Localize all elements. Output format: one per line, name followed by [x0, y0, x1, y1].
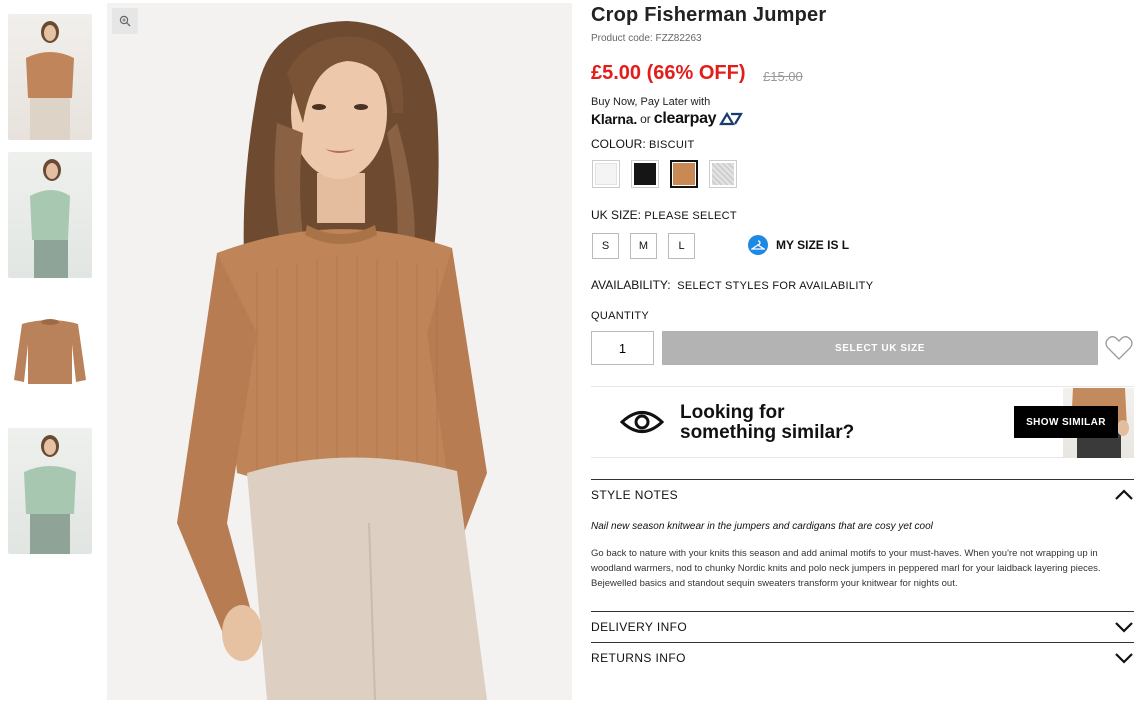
- delivery-accordion: DELIVERY INFO: [591, 611, 1134, 642]
- size-button-m[interactable]: M: [630, 233, 657, 259]
- size-button-l[interactable]: L: [668, 233, 695, 259]
- thumbnail-side-sage[interactable]: [8, 152, 92, 278]
- bnpl-logos: Klarna. or clearpay: [591, 110, 744, 128]
- availability-row: AVAILABILITY: SELECT STYLES FOR AVAILABI…: [591, 278, 873, 292]
- style-notes-header[interactable]: STYLE NOTES: [591, 480, 1134, 510]
- similar-heading-line1: Looking for: [680, 402, 785, 423]
- colour-swatches: [592, 160, 737, 188]
- style-notes-body: Go back to nature with your knits this s…: [591, 548, 1101, 589]
- thumbnail-strip: [8, 14, 92, 566]
- wishlist-button[interactable]: [1104, 333, 1134, 363]
- swatch-white[interactable]: [592, 160, 620, 188]
- similar-heading: Looking for something similar?: [680, 403, 880, 443]
- returns-header[interactable]: RETURNS INFO: [591, 643, 1134, 673]
- select-size-button[interactable]: SELECT UK SIZE: [662, 331, 1098, 365]
- returns-accordion: RETURNS INFO: [591, 642, 1134, 673]
- chevron-down-icon: [1115, 653, 1133, 664]
- eye-icon: [620, 411, 664, 433]
- thumbnail-flat-lay[interactable]: [8, 290, 92, 416]
- swatch-biscuit[interactable]: [670, 160, 698, 188]
- style-notes-subtitle: Nail new season knitwear in the jumpers …: [591, 521, 933, 532]
- size-label: UK SIZE:: [591, 208, 642, 222]
- availability-value: SELECT STYLES FOR AVAILABILITY: [677, 280, 874, 292]
- product-title: Crop Fisherman Jumper: [591, 4, 827, 26]
- clearpay-arrow-icon: [719, 112, 744, 126]
- style-notes-title: STYLE NOTES: [591, 488, 679, 502]
- thumbnail-front-sage[interactable]: [8, 428, 92, 554]
- size-value: PLEASE SELECT: [644, 210, 737, 222]
- my-size-text: MY SIZE IS L: [776, 238, 850, 252]
- similar-heading-line2: something similar?: [680, 422, 855, 443]
- size-label-row: UK SIZE: PLEASE SELECT: [591, 208, 737, 222]
- shop-similar-banner: Looking for something similar? SHOW SIMI…: [591, 386, 1134, 458]
- bnpl-or: or: [640, 112, 651, 126]
- chevron-down-icon: [1115, 622, 1133, 633]
- size-options: S M L: [592, 233, 695, 259]
- original-price: £15.00: [763, 69, 803, 84]
- style-notes-accordion: STYLE NOTES: [591, 479, 1134, 510]
- heart-icon: [1105, 336, 1133, 360]
- delivery-title: DELIVERY INFO: [591, 620, 688, 634]
- delivery-header[interactable]: DELIVERY INFO: [591, 612, 1134, 642]
- bnpl-text: Buy Now, Pay Later with: [591, 96, 711, 108]
- quantity-label: QUANTITY: [591, 310, 650, 322]
- colour-label-row: COLOUR: BISCUIT: [591, 137, 695, 151]
- availability-label: AVAILABILITY:: [591, 278, 671, 292]
- zoom-icon: [119, 15, 131, 27]
- show-similar-button[interactable]: SHOW SIMILAR: [1014, 406, 1118, 438]
- swatch-black[interactable]: [631, 160, 659, 188]
- quantity-input[interactable]: [591, 331, 654, 365]
- colour-value: BISCUIT: [649, 139, 695, 151]
- product-code: Product code: FZZ82263: [591, 33, 702, 44]
- hanger-icon: [748, 235, 768, 255]
- main-product-image[interactable]: [107, 3, 572, 700]
- size-button-s[interactable]: S: [592, 233, 619, 259]
- my-size-link[interactable]: MY SIZE IS L: [748, 235, 849, 255]
- zoom-button[interactable]: [112, 8, 138, 34]
- chevron-up-icon: [1115, 489, 1133, 500]
- klarna-logo[interactable]: Klarna.: [591, 111, 637, 127]
- returns-title: RETURNS INFO: [591, 651, 686, 665]
- sale-price: £5.00 (66% OFF): [591, 62, 746, 84]
- colour-label: COLOUR:: [591, 137, 646, 151]
- clearpay-logo[interactable]: clearpay: [654, 110, 717, 128]
- swatch-grey-marl[interactable]: [709, 160, 737, 188]
- thumbnail-front-biscuit[interactable]: [8, 14, 92, 140]
